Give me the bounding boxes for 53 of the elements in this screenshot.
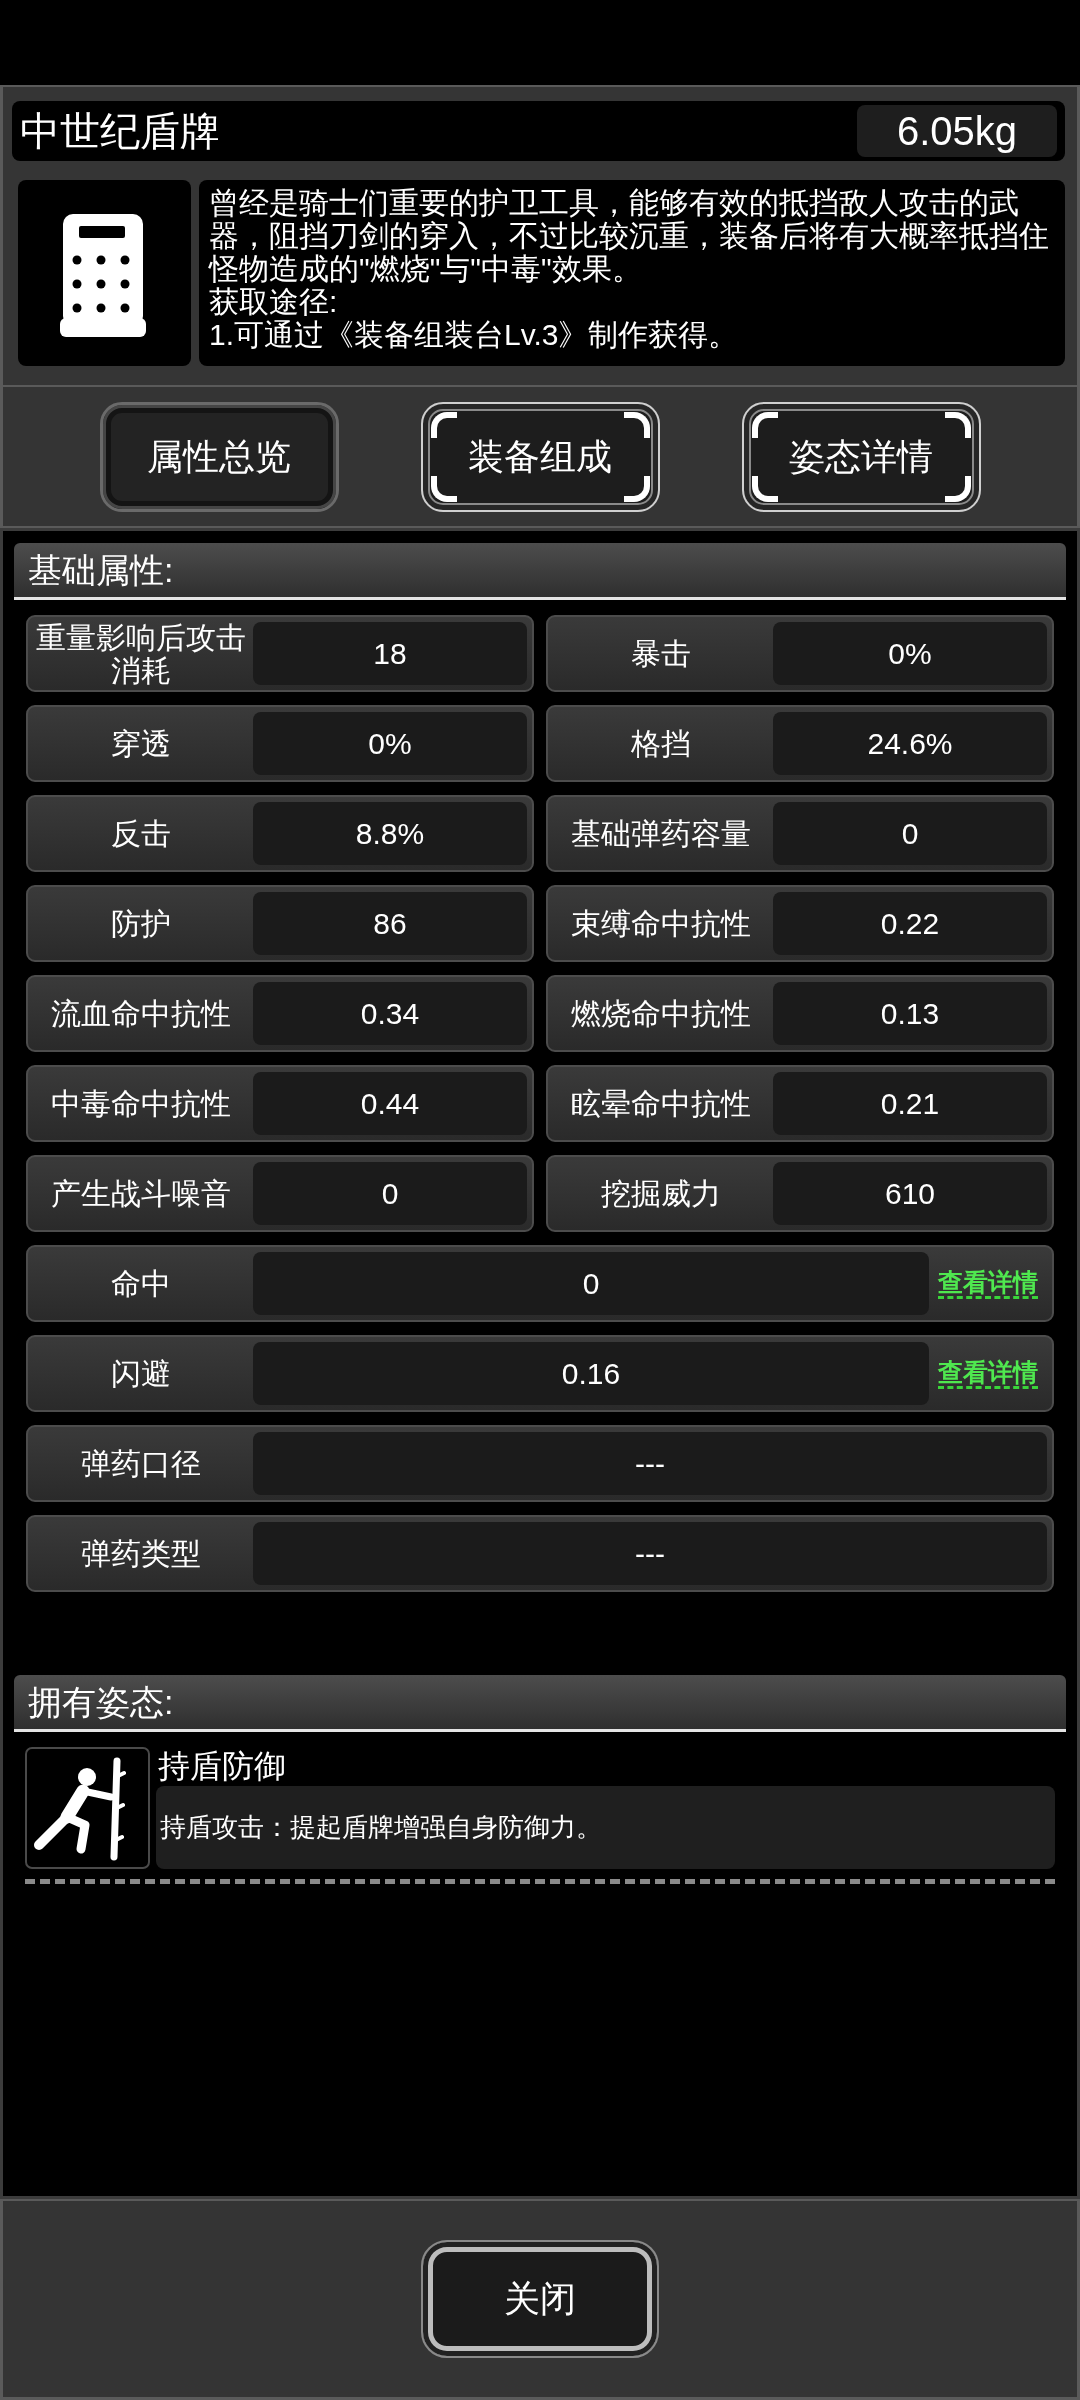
item-title: 中世纪盾牌 bbox=[20, 109, 220, 153]
stat-value: 0% bbox=[253, 712, 527, 775]
stat-value: 0% bbox=[773, 622, 1047, 685]
stat-label: 燃烧命中抗性 bbox=[569, 996, 752, 1032]
stat-value: 610 bbox=[773, 1162, 1047, 1225]
stat-value: 8.8% bbox=[253, 802, 527, 865]
stat-label: 穿透 bbox=[109, 726, 172, 762]
stat-value: 0.13 bbox=[773, 982, 1047, 1045]
stat-value: 0 bbox=[773, 802, 1047, 865]
description-text: 获取途径: bbox=[209, 285, 339, 318]
stat-value: 0 bbox=[253, 1162, 527, 1225]
stat-label: 暴击 bbox=[629, 636, 692, 672]
stat-label: 眩晕命中抗性 bbox=[569, 1086, 752, 1122]
posture-description: 持盾攻击：提起盾牌增强自身防御力。 bbox=[156, 1786, 1055, 1869]
figure-with-shield-icon bbox=[25, 1747, 150, 1869]
view-details-link[interactable]: 查看详情 bbox=[938, 1267, 1038, 1300]
stat-label: 弹药类型 bbox=[79, 1536, 202, 1572]
stat-value: 0.34 bbox=[253, 982, 527, 1045]
weight-value: 6.05kg bbox=[857, 105, 1057, 157]
tab-button[interactable]: 姿态详情 bbox=[741, 401, 981, 512]
stat-label: 中毒命中抗性 bbox=[49, 1086, 232, 1122]
stat-value: 18 bbox=[253, 622, 527, 685]
stat-label: 挖掘威力 bbox=[599, 1176, 722, 1212]
stat-value: --- bbox=[253, 1522, 1047, 1585]
stat-label: 流血命中抗性 bbox=[49, 996, 232, 1032]
tab-button[interactable]: 属性总览 bbox=[99, 401, 339, 512]
posture-name: 持盾防御 bbox=[157, 1747, 287, 1786]
stat-value: 0.21 bbox=[773, 1072, 1047, 1135]
stat-label: 束缚命中抗性 bbox=[569, 906, 752, 942]
stat-label: 反击 bbox=[109, 816, 172, 852]
tab-button[interactable]: 装备组成 bbox=[420, 401, 660, 512]
description-text: 1.可通过《装备组装台Lv.3》制作获得。 bbox=[209, 318, 740, 351]
stat-value: 0.22 bbox=[773, 892, 1047, 955]
stat-label: 重量影响后攻击消耗 bbox=[34, 622, 247, 685]
stat-value: --- bbox=[253, 1432, 1047, 1495]
stat-label: 产生战斗噪音 bbox=[49, 1176, 232, 1212]
stat-value: 0.44 bbox=[253, 1072, 527, 1135]
section-title: 拥有姿态: bbox=[14, 1675, 1066, 1732]
stat-label: 闪避 bbox=[109, 1356, 172, 1392]
stat-value: 24.6% bbox=[773, 712, 1047, 775]
close-button[interactable]: 关闭 bbox=[421, 2240, 659, 2358]
shield-icon bbox=[18, 180, 191, 366]
view-details-link[interactable]: 查看详情 bbox=[938, 1357, 1038, 1390]
section-title: 基础属性: bbox=[14, 543, 1066, 600]
stat-label: 命中 bbox=[109, 1266, 172, 1302]
stat-label: 防护 bbox=[109, 906, 172, 942]
stat-label: 弹药口径 bbox=[79, 1446, 202, 1482]
stat-label: 基础弹药容量 bbox=[569, 816, 752, 852]
stat-value: 86 bbox=[253, 892, 527, 955]
stat-label: 格挡 bbox=[629, 726, 692, 762]
stat-value: 0 bbox=[253, 1252, 929, 1315]
description-text: 曾经是骑士们重要的护卫工具，能够有效的抵挡敌人攻击的武器，阻挡刀剑的穿入，不过比较沉重，装备后将有大概率抵挡住怪物造成的"燃烧"与"中毒"效果。 bbox=[209, 186, 1050, 285]
stat-value: 0.16 bbox=[253, 1342, 929, 1405]
